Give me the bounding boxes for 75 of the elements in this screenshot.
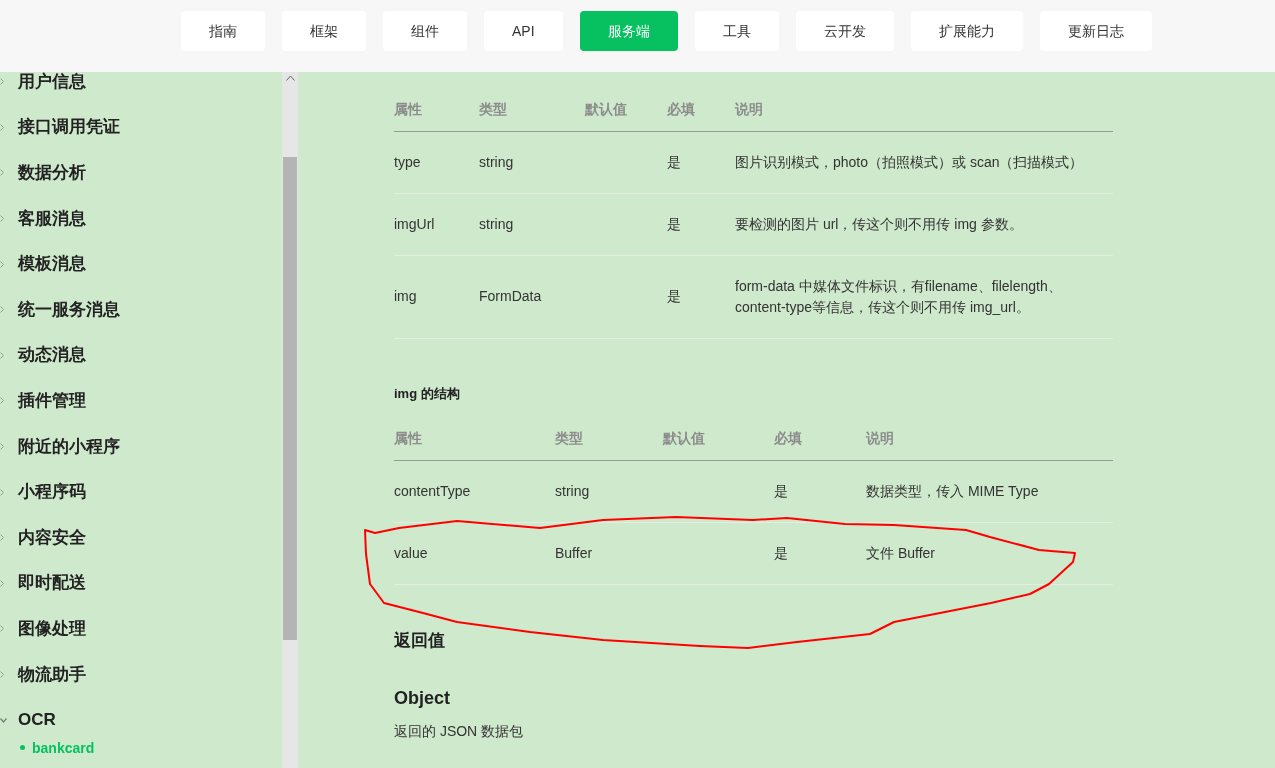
chevron-right-icon[interactable] — [0, 123, 4, 131]
scrollbar-thumb[interactable] — [283, 157, 297, 640]
sidebar-item[interactable]: 物流助手 — [18, 664, 86, 685]
chevron-down-icon[interactable] — [0, 717, 7, 723]
nav-tab[interactable]: 框架 — [282, 11, 366, 51]
section-subheading: img 的结构 — [394, 384, 460, 403]
table-cell: string — [555, 460, 663, 523]
column-header: 必填 — [774, 417, 866, 461]
chevron-right-icon[interactable] — [0, 215, 4, 223]
nav-tab[interactable]: 扩展能力 — [910, 11, 1023, 51]
table-cell: FormData — [479, 255, 585, 338]
sidebar-item[interactable]: 插件管理 — [18, 390, 86, 411]
sidebar-item[interactable]: 客服消息 — [18, 208, 86, 229]
nav-tab[interactable]: 组件 — [383, 11, 467, 51]
chevron-right-icon[interactable] — [0, 351, 4, 359]
nav-tab[interactable]: 云开发 — [795, 11, 894, 51]
table-cell: contentType — [394, 460, 555, 523]
table-cell: string — [479, 193, 585, 255]
table-cell: 图片识别模式，photo（拍照模式）或 scan（扫描模式） — [735, 131, 1113, 193]
sidebar-item[interactable]: 内容安全 — [18, 527, 86, 548]
sidebar-item[interactable]: 图像处理 — [18, 618, 86, 639]
chevron-right-icon[interactable] — [0, 488, 4, 496]
chevron-right-icon[interactable] — [0, 534, 4, 542]
table-cell: 文件 Buffer — [866, 522, 1113, 585]
sidebar-item[interactable]: 用户信息 — [18, 72, 86, 92]
table-cell: Buffer — [555, 522, 663, 585]
chevron-right-icon[interactable] — [0, 78, 4, 86]
table-cell: imgUrl — [394, 193, 479, 255]
column-header: 类型 — [479, 88, 585, 131]
sidebar-item[interactable]: 接口调用凭证 — [18, 117, 120, 138]
nav-tab[interactable]: 工具 — [694, 11, 779, 51]
chevron-right-icon[interactable] — [0, 671, 4, 678]
column-header: 类型 — [555, 417, 663, 461]
sidebar-item[interactable]: 统一服务消息 — [18, 299, 120, 320]
bullet-icon — [20, 745, 25, 751]
chevron-right-icon[interactable] — [0, 443, 4, 451]
sidebar-item[interactable]: 附近的小程序 — [18, 436, 120, 457]
sidebar-item[interactable]: 即时配送 — [18, 573, 86, 594]
table-cell: 是 — [774, 460, 866, 523]
chevron-right-icon[interactable] — [0, 397, 4, 405]
table-cell: 是 — [667, 255, 735, 338]
sidebar-item[interactable]: 动态消息 — [18, 345, 86, 366]
section-heading: 返回值 — [394, 630, 445, 652]
table-cell: type — [394, 131, 479, 193]
scrollbar[interactable] — [282, 72, 298, 768]
table-cell: string — [479, 131, 585, 193]
table-cell: 是 — [774, 522, 866, 585]
nav-tab[interactable]: API — [484, 11, 563, 51]
table-cell: form-data 中媒体文件标识，有filename、filelength、content-type等信息，传这个则不用传 img_url。 — [735, 255, 1113, 338]
table-cell: 数据类型，传入 MIME Type — [866, 460, 1113, 523]
chevron-right-icon[interactable] — [0, 260, 4, 268]
table-cell: 是 — [667, 131, 735, 193]
column-header: 说明 — [866, 417, 1113, 461]
table-cell: value — [394, 522, 555, 585]
chevron-right-icon[interactable] — [0, 625, 4, 633]
column-header: 说明 — [735, 88, 1113, 131]
table-cell: 要检测的图片 url，传这个则不用传 img 参数。 — [735, 193, 1113, 255]
sidebar-item[interactable]: OCR — [18, 710, 56, 731]
column-header: 属性 — [394, 417, 555, 461]
chevron-right-icon[interactable] — [0, 169, 4, 177]
sidebar-item[interactable]: 模板消息 — [18, 254, 86, 275]
chevron-right-icon[interactable] — [0, 306, 4, 314]
column-header: 默认值 — [585, 88, 667, 131]
nav-tab[interactable]: 指南 — [181, 11, 265, 51]
column-header: 默认值 — [663, 417, 774, 461]
column-header: 属性 — [394, 88, 479, 131]
table-cell: 是 — [667, 193, 735, 255]
return-type-heading: Object — [394, 687, 450, 710]
sidebar-item[interactable]: 小程序码 — [18, 482, 86, 503]
description-text: 返回的 JSON 数据包 — [394, 722, 524, 741]
chevron-right-icon[interactable] — [0, 579, 4, 587]
sidebar-item[interactable]: 数据分析 — [18, 163, 86, 183]
column-header: 必填 — [667, 88, 735, 131]
table-cell: img — [394, 255, 479, 338]
nav-tab[interactable]: 更新日志 — [1039, 11, 1152, 51]
